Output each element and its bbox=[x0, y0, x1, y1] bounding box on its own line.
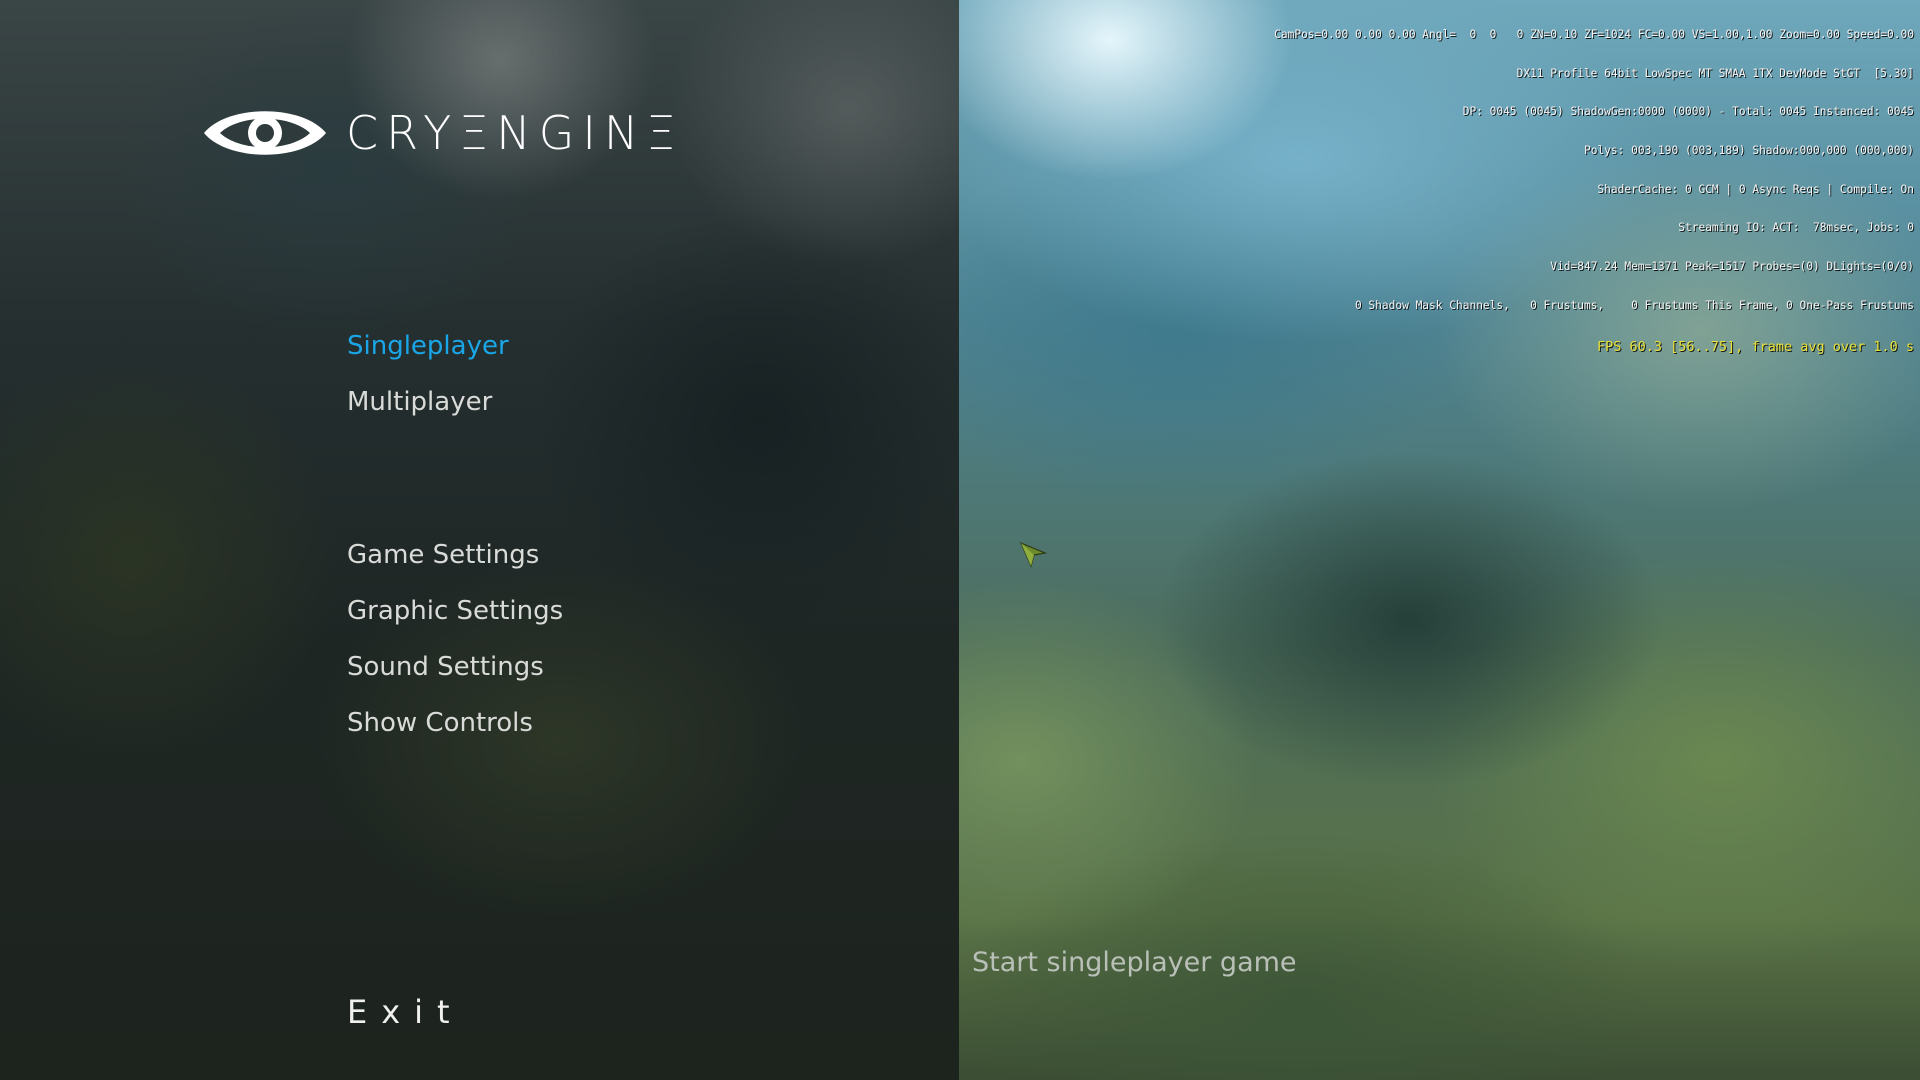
debug-line: DP: 0045 (0045) ShadowGen:0000 (0000) - … bbox=[1462, 105, 1914, 119]
main-menu-screen: CRYΞNGINΞ Singleplayer Multiplayer Game … bbox=[0, 0, 1920, 1080]
debug-line: Polys: 003,190 (003,189) Shadow:000,000 … bbox=[1583, 143, 1914, 157]
menu-item-show-controls[interactable]: Show Controls bbox=[347, 706, 533, 740]
menu-item-sound-settings[interactable]: Sound Settings bbox=[347, 650, 544, 684]
menu-panel: CRYΞNGINΞ Singleplayer Multiplayer Game … bbox=[0, 0, 959, 1080]
cryengine-logo: CRYΞNGINΞ bbox=[200, 100, 683, 166]
menu-item-multiplayer[interactable]: Multiplayer bbox=[347, 385, 492, 419]
debug-line: 0 Shadow Mask Channels, 0 Frustums, 0 Fr… bbox=[1354, 298, 1914, 312]
fps-counter: FPS 60.3 [56..75], frame avg over 1.0 s bbox=[1597, 338, 1914, 355]
debug-overlay: CamPos=0.00 0.00 0.00 Angl= 0 0 0 ZN=0.1… bbox=[1274, 3, 1914, 380]
cryengine-eye-icon bbox=[204, 111, 326, 155]
menu-item-singleplayer[interactable]: Singleplayer bbox=[347, 329, 509, 363]
menu-item-game-settings[interactable]: Game Settings bbox=[347, 538, 539, 572]
mouse-cursor-icon bbox=[1019, 541, 1047, 568]
exit-button[interactable]: Exit bbox=[347, 995, 464, 1029]
menu-item-description: Start singleplayer game bbox=[972, 947, 1297, 978]
debug-line: DX11 Profile 64bit LowSpec MT SMAA 1TX D… bbox=[1516, 66, 1914, 80]
debug-line: ShaderCache: 0 GCM | 0 Async Reqs | Comp… bbox=[1597, 182, 1914, 196]
debug-line: CamPos=0.00 0.00 0.00 Angl= 0 0 0 ZN=0.1… bbox=[1274, 27, 1914, 41]
debug-line: Streaming IO: ACT: 78msec, Jobs: 0 bbox=[1678, 221, 1914, 235]
debug-line: Vid=847.24 Mem=1371 Peak=1517 Probes=(0)… bbox=[1550, 260, 1914, 274]
menu-item-graphic-settings[interactable]: Graphic Settings bbox=[347, 594, 563, 628]
logo-text: CRYΞNGINΞ bbox=[346, 106, 684, 160]
